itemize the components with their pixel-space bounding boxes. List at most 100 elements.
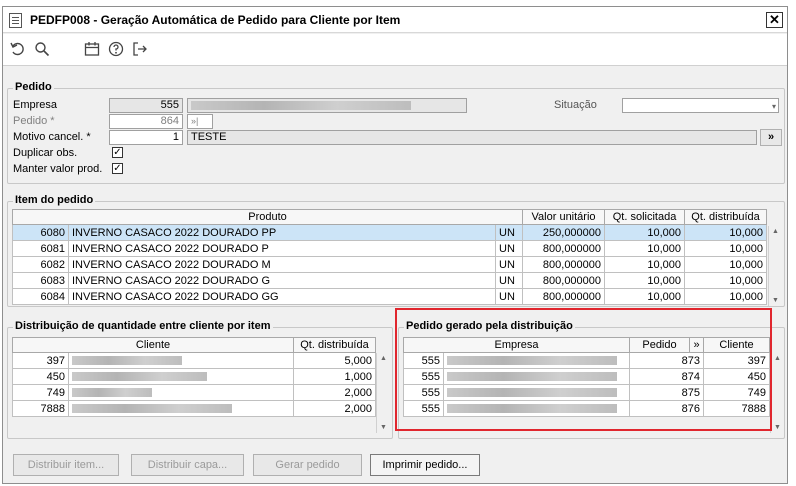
item-un: UN [494,288,524,305]
item-desc: INVERNO CASACO 2022 DOURADO PP [68,224,496,241]
motivo-field[interactable]: 1 [109,130,183,145]
table-row[interactable]: 397 5,000 [12,352,376,369]
calendar-icon[interactable] [83,41,101,59]
motivo-label: Motivo cancel. * [13,131,91,143]
cliente-qt: 1,000 [293,368,376,385]
table-row[interactable]: 749 2,000 [12,384,376,401]
empresa-label: Empresa [13,99,58,111]
item-code: 6082 [12,256,69,273]
scroll-up-icon[interactable]: ▲ [380,355,387,362]
table-row[interactable]: 6081 INVERNO CASACO 2022 DOURADO P UN 80… [12,240,768,257]
item-qt-sol: 10,000 [604,272,686,289]
item-code: 6081 [12,240,69,257]
item-qt-dist: 10,000 [684,240,768,257]
item-valor: 800,000000 [522,256,606,273]
cliente-code: 450 [12,368,69,385]
col-produto[interactable]: Produto [11,209,524,225]
gerar-pedido-button[interactable]: Gerar pedido [253,454,362,476]
col-qt-solicitada[interactable]: Qt. solicitada [604,209,686,225]
table-row[interactable]: 6080 INVERNO CASACO 2022 DOURADO PP UN 2… [12,224,768,241]
item-code: 6084 [12,288,69,305]
exit-icon[interactable] [131,41,149,59]
pedido-lookup-button[interactable]: »| [187,114,213,129]
item-valor: 800,000000 [522,288,606,305]
help-icon[interactable] [107,41,125,59]
cliente-name [68,384,294,401]
item-code: 6080 [12,224,69,241]
duplicar-obs-checkbox[interactable]: ✓ [112,147,123,158]
situacao-select[interactable]: ▾ [622,98,779,113]
scroll-up-icon[interactable]: ▲ [774,355,781,362]
item-valor: 800,000000 [522,240,606,257]
item-qt-sol: 10,000 [604,288,686,305]
close-button[interactable]: ✕ [766,12,783,28]
pedido-group: Pedido Empresa 555 Pedido * 864 »| Motiv… [7,81,785,184]
undo-icon[interactable] [9,41,27,59]
item-qt-dist: 10,000 [684,288,768,305]
window-title: PEDFP008 - Geração Automática de Pedido … [30,13,401,27]
distribuir-item-button[interactable]: Distribuir item... [13,454,119,476]
motivo-more-button[interactable]: » [760,129,782,146]
motivo-desc-field: TESTE [187,130,757,145]
cliente-code: 749 [12,384,69,401]
scroll-down-icon[interactable]: ▼ [380,424,387,431]
item-un: UN [494,240,524,257]
imprimir-pedido-button[interactable]: Imprimir pedido... [370,454,480,476]
item-group-title: Item do pedido [13,194,96,206]
chevron-down-icon: ▾ [771,102,776,111]
scroll-up-icon[interactable]: ▲ [772,228,779,235]
distribuicao-group-title: Distribuição de quantidade entre cliente… [13,320,273,332]
empresa-name-field [187,98,467,113]
col-valor-unitario[interactable]: Valor unitário [522,209,606,225]
manter-valor-checkbox[interactable]: ✓ [112,163,123,174]
cliente-code: 397 [12,352,69,369]
cliente-name [68,352,294,369]
title-bar: PEDFP008 - Geração Automática de Pedido … [3,7,787,33]
item-qt-dist: 10,000 [684,272,768,289]
table-row[interactable]: 450 1,000 [12,368,376,385]
item-desc: INVERNO CASACO 2022 DOURADO M [68,256,496,273]
cliente-qt: 2,000 [293,384,376,401]
gerado-scrollbar[interactable]: ▲ ▼ [770,353,784,433]
table-row[interactable]: 7888 2,000 [12,400,376,417]
item-code: 6083 [12,272,69,289]
cliente-name [68,400,294,417]
item-qt-sol: 10,000 [604,256,686,273]
item-desc: INVERNO CASACO 2022 DOURADO GG [68,288,496,305]
cliente-code: 7888 [12,400,69,417]
item-qt-dist: 10,000 [684,224,768,241]
distribuir-capa-button[interactable]: Distribuir capa... [131,454,244,476]
item-desc: INVERNO CASACO 2022 DOURADO G [68,272,496,289]
cliente-name [68,368,294,385]
item-table: Produto Valor unitário Qt. solicitada Qt… [11,209,768,305]
table-row[interactable]: 6083 INVERNO CASACO 2022 DOURADO G UN 80… [12,272,768,289]
item-un: UN [494,256,524,273]
distribuicao-scrollbar[interactable]: ▲ ▼ [376,353,390,433]
col-qt-distribuida[interactable]: Qt. distribuída [293,337,376,353]
table-row[interactable]: 6082 INVERNO CASACO 2022 DOURADO M UN 80… [12,256,768,273]
search-icon[interactable] [33,41,51,59]
main-window: PEDFP008 - Geração Automática de Pedido … [2,6,788,484]
highlight-box [395,308,772,431]
item-qt-sol: 10,000 [604,224,686,241]
scroll-down-icon[interactable]: ▼ [772,297,779,304]
manter-valor-label: Manter valor prod. [13,163,103,175]
pedido-label: Pedido * [13,115,55,127]
table-row[interactable]: 6084 INVERNO CASACO 2022 DOURADO GG UN 8… [12,288,768,305]
item-scrollbar[interactable]: ▲ ▼ [768,226,782,306]
toolbar [3,34,787,66]
item-desc: INVERNO CASACO 2022 DOURADO P [68,240,496,257]
pedido-field[interactable]: 864 [109,114,183,129]
scroll-down-icon[interactable]: ▼ [774,424,781,431]
cliente-qt: 5,000 [293,352,376,369]
empresa-field[interactable]: 555 [109,98,183,113]
item-valor: 800,000000 [522,272,606,289]
cliente-qt: 2,000 [293,400,376,417]
item-un: UN [494,224,524,241]
document-icon [9,13,22,28]
col-cliente[interactable]: Cliente [12,337,294,353]
col-qt-distribuida[interactable]: Qt. distribuída [684,209,768,225]
item-qt-dist: 10,000 [684,256,768,273]
distribuicao-table: Cliente Qt. distribuída 397 5,000 450 1,… [12,337,376,417]
item-un: UN [494,272,524,289]
